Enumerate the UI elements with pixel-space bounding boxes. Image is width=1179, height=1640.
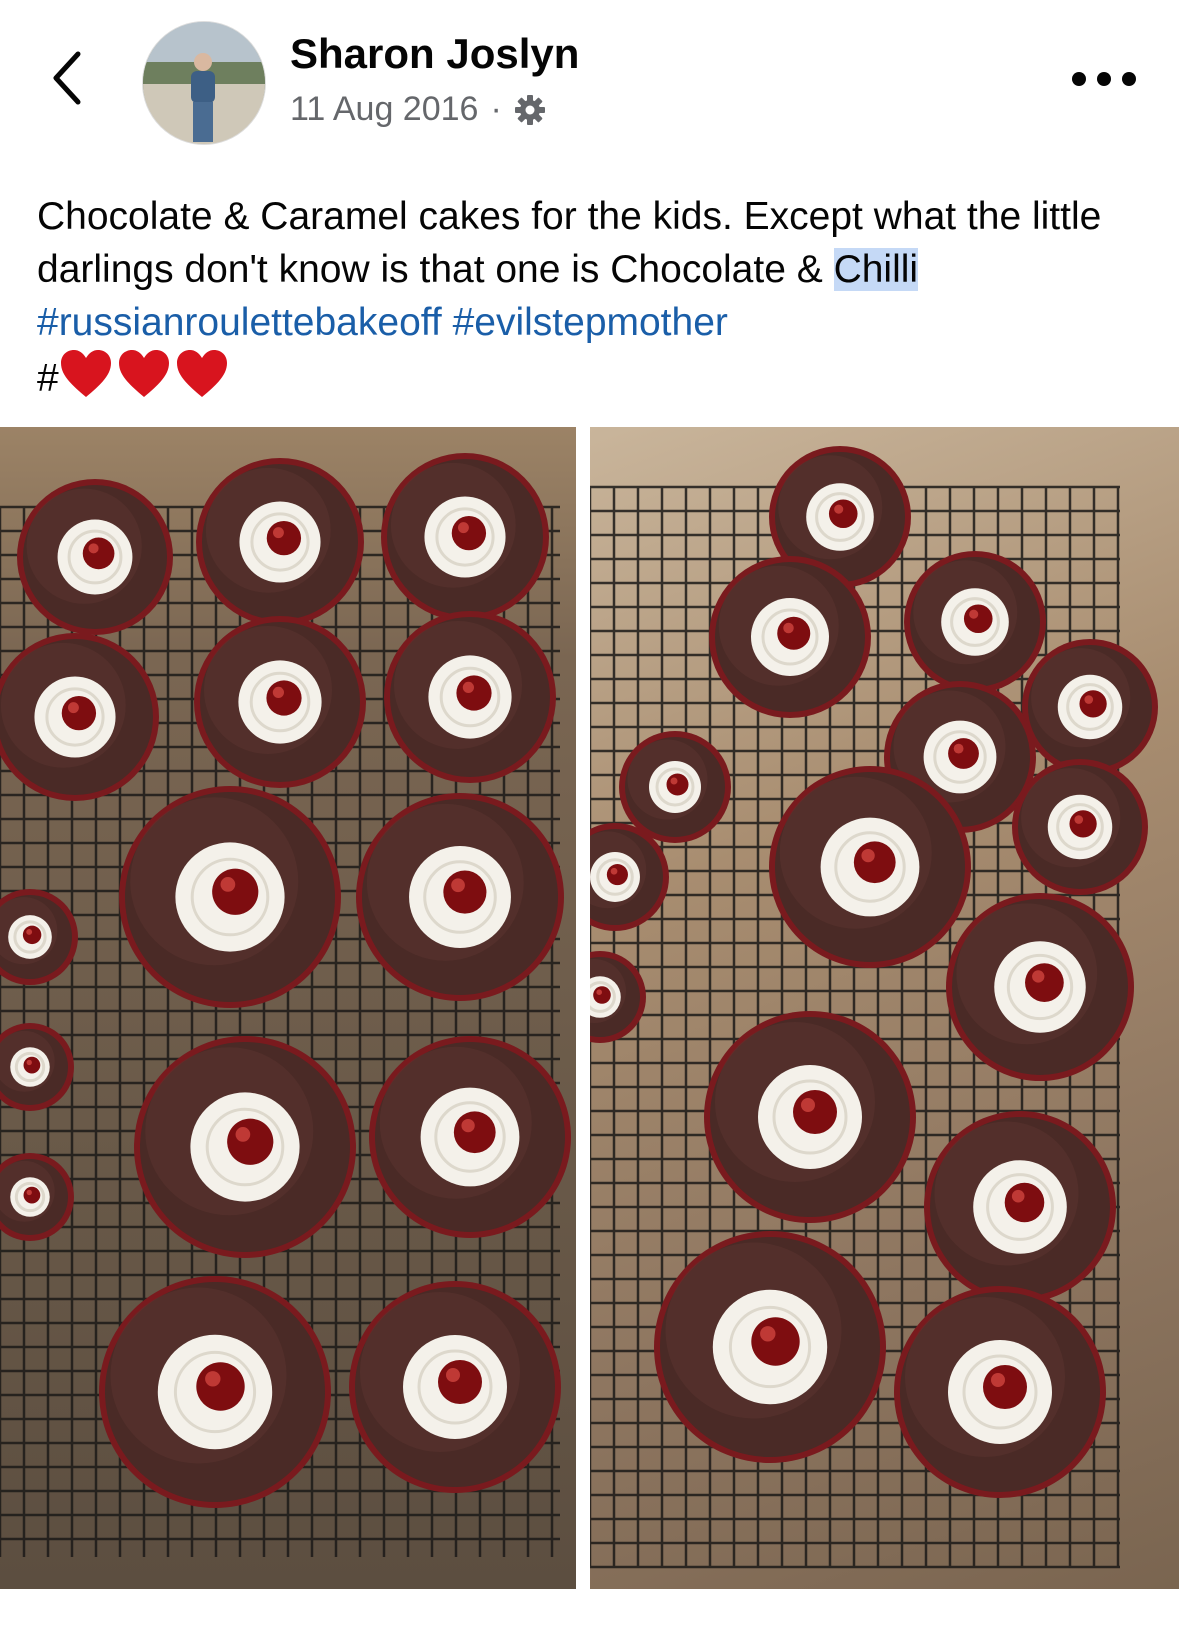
post-date[interactable]: 11 Aug 2016 <box>290 90 478 129</box>
cupcake <box>0 889 78 985</box>
author-name[interactable]: Sharon Joslyn <box>290 30 579 78</box>
more-dot-icon <box>1097 72 1111 86</box>
post-photo-right[interactable] <box>590 427 1179 1589</box>
heart-icon <box>60 350 111 397</box>
heart-icon <box>118 350 169 397</box>
cupcake <box>619 731 731 843</box>
cupcake <box>904 551 1046 693</box>
cupcake <box>1022 639 1158 775</box>
cupcake <box>119 786 341 1008</box>
cupcake <box>194 616 366 788</box>
more-dot-icon <box>1072 72 1086 86</box>
hash-prefix: # <box>37 357 59 400</box>
cupcake <box>1012 759 1148 895</box>
cupcake <box>356 793 564 1001</box>
post-meta: 11 Aug 2016 · <box>290 90 546 129</box>
cupcake <box>946 893 1134 1081</box>
back-button[interactable] <box>46 48 90 108</box>
cupcake <box>196 458 364 626</box>
chevron-left-icon <box>53 51 81 105</box>
cupcake <box>134 1036 356 1258</box>
cupcake <box>704 1011 916 1223</box>
cupcake <box>369 1036 571 1238</box>
post-header: Sharon Joslyn 11 Aug 2016 · <box>0 0 1179 160</box>
more-options-button[interactable] <box>1072 62 1136 96</box>
heart-icon <box>176 350 227 397</box>
hashtag-evilstepmother[interactable]: #evilstepmother <box>453 301 728 344</box>
cupcake <box>0 633 159 801</box>
hashtag-russianroulettebakeoff[interactable]: #russianroulettebakeoff <box>37 301 442 344</box>
more-dot-icon <box>1122 72 1136 86</box>
post-photo-left[interactable] <box>0 427 576 1589</box>
caption-highlight: Chilli <box>833 248 919 291</box>
cupcake <box>654 1231 886 1463</box>
cupcake <box>709 556 871 718</box>
cupcake <box>17 479 173 635</box>
cupcake <box>349 1281 561 1493</box>
gear-icon[interactable] <box>514 94 546 126</box>
cupcake <box>384 611 556 783</box>
cupcake <box>99 1276 331 1508</box>
cupcake <box>894 1286 1106 1498</box>
caption-text: Chocolate & Caramel cakes for the kids. … <box>37 195 1102 291</box>
post-caption: Chocolate & Caramel cakes for the kids. … <box>37 190 1147 405</box>
avatar[interactable] <box>142 21 266 145</box>
meta-separator: · <box>490 90 502 128</box>
cupcake <box>381 453 549 621</box>
cupcake <box>924 1111 1116 1303</box>
cupcake <box>769 766 971 968</box>
